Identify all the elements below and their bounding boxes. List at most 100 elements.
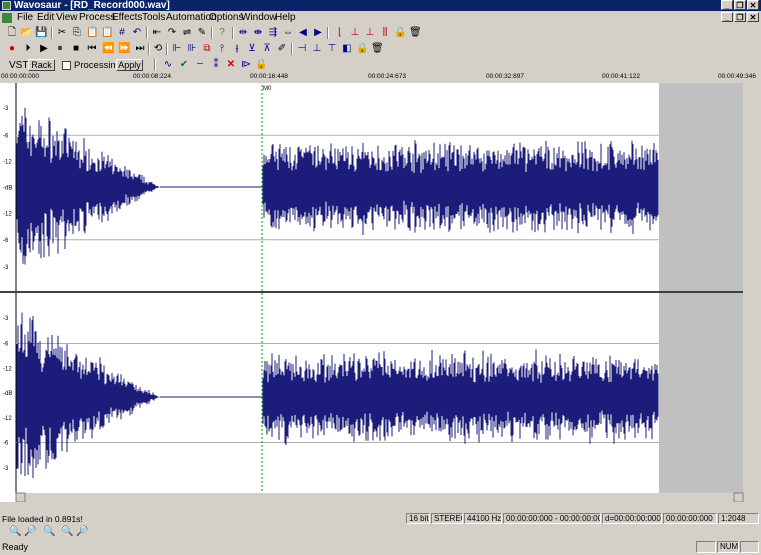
close-button[interactable]: ✕ <box>747 0 759 10</box>
save-icon[interactable]: 💾 <box>35 27 47 39</box>
menu-tools[interactable]: Tools <box>142 12 165 24</box>
cut-icon[interactable]: ✂ <box>56 27 68 39</box>
ruler-tick: 00:00:16:448 <box>250 73 288 80</box>
menu-window[interactable]: Window <box>241 12 277 24</box>
loop-add-icon[interactable]: ⊥ <box>349 27 361 39</box>
marker-trash-icon[interactable]: 🗑 <box>371 43 384 55</box>
waveform-right-channel <box>16 312 659 478</box>
undo-icon[interactable]: ↶ <box>131 27 143 39</box>
zoom-out-vertical-icon[interactable]: 🔎 <box>24 526 36 538</box>
marker-lock-icon[interactable]: 🔒 <box>356 43 368 55</box>
marker-snap-icon[interactable]: ◧ <box>341 43 353 55</box>
doc-minimize-button[interactable]: _ <box>721 12 733 22</box>
draw-icon[interactable]: ✐ <box>276 43 288 55</box>
marker-move-icon[interactable]: ⇶ <box>267 27 279 39</box>
zoom-in-vertical-icon[interactable]: 🔍 <box>9 526 21 538</box>
automation-lock-icon[interactable]: 🔒 <box>255 59 267 71</box>
stop-icon[interactable]: ■ <box>70 43 82 55</box>
db-label: -12 <box>3 159 12 165</box>
marker-split-icon[interactable]: ⇹ <box>237 27 249 39</box>
automation-play-icon[interactable]: ⧐ <box>240 59 252 71</box>
automation-delete-icon[interactable]: ✕ <box>225 59 237 71</box>
zoom-in-horizontal-icon[interactable]: 🔍 <box>43 526 55 538</box>
processing-checkbox[interactable] <box>62 61 71 70</box>
selection-duration: d=00:00:00:000 <box>602 513 662 524</box>
envelope-icon[interactable]: ⊼ <box>261 43 273 55</box>
db-label: -12 <box>3 366 12 372</box>
new-file-icon[interactable]: 🗋 <box>6 27 18 39</box>
db-label: -3 <box>3 106 9 112</box>
waveform-left-channel <box>16 107 659 265</box>
marker-add-icon[interactable]: ⊥ <box>311 43 323 55</box>
go-end-icon[interactable]: ⏭ <box>134 43 146 55</box>
automation-check-icon[interactable]: ✔ <box>178 59 190 71</box>
select-region-icon[interactable]: ⧉ <box>201 43 213 55</box>
fast-forward-icon[interactable]: ⏩ <box>118 43 130 55</box>
toolbar-main: 🗋 📂 💾 ✂ ⎘ 📋 📋 # ↶ ⇤ ↷ ⇌ ✎ ? ⇹ ⇼ ⇶ ⇔ ◀ ▶ … <box>0 26 761 40</box>
pencil-icon[interactable]: ✎ <box>196 27 208 39</box>
align-icon[interactable]: ⇌ <box>181 27 193 39</box>
cursor-position: 00:00:00:000 <box>663 513 717 524</box>
menu-options[interactable]: Options <box>209 12 243 24</box>
normalize-icon[interactable]: ⫲ <box>231 43 243 55</box>
menu-effects[interactable]: Effects <box>112 12 142 24</box>
automation-wave-icon[interactable]: ∿ <box>162 59 174 71</box>
automation-line-icon[interactable]: ┄ <box>194 59 206 71</box>
trash-icon[interactable]: 🗑 <box>409 27 422 39</box>
grid-icon[interactable]: # <box>116 27 128 39</box>
copy-icon[interactable]: ⎘ <box>71 27 83 39</box>
automation-point-icon[interactable]: ⁑ <box>210 59 222 71</box>
select-left-icon[interactable]: ⊩ <box>171 43 183 55</box>
doc-close-button[interactable]: ✕ <box>747 12 759 22</box>
redo-icon[interactable]: ↷ <box>166 27 178 39</box>
document-icon[interactable] <box>2 13 12 23</box>
menu-process[interactable]: Process <box>79 12 115 24</box>
time-ruler[interactable]: 00:00:00:000 00:00:08:224 00:00:16:448 0… <box>0 73 761 83</box>
minimize-button[interactable]: _ <box>721 0 733 10</box>
menu-edit[interactable]: Edit <box>37 12 54 24</box>
rack-button[interactable]: Rack <box>28 59 55 71</box>
marker-remove-icon[interactable]: ⊤ <box>326 43 338 55</box>
horizontal-scrollbar[interactable] <box>16 493 743 502</box>
title-bar: Wavosaur - [RD_Record000.wav] _ ❐ ✕ <box>0 0 761 11</box>
doc-restore-button[interactable]: ❐ <box>734 12 746 22</box>
paste-special-icon[interactable]: 📋 <box>101 27 113 39</box>
app-icon[interactable] <box>2 1 11 10</box>
marker-set-icon[interactable]: ⊣ <box>296 43 308 55</box>
marker-range-icon[interactable]: ⇔ <box>282 27 294 39</box>
marker-prev-icon[interactable]: ◀ <box>297 27 309 39</box>
rewind-icon[interactable]: ⏪ <box>102 43 114 55</box>
maximize-button[interactable]: ❐ <box>734 0 746 10</box>
help-icon[interactable]: ? <box>216 27 228 39</box>
zoom-out-horizontal-icon[interactable]: 🔎 <box>76 526 88 538</box>
loop-toggle-icon[interactable]: ⟲ <box>152 43 164 55</box>
loop-region-icon[interactable]: ⫼ <box>379 27 391 39</box>
scroll-left-button[interactable] <box>15 492 26 502</box>
go-start-icon[interactable]: ⏮ <box>86 43 98 55</box>
zoom-selection-icon[interactable]: ⫯ <box>216 43 228 55</box>
select-right-icon[interactable]: ⊪ <box>186 43 198 55</box>
record-icon[interactable]: ● <box>6 43 18 55</box>
paste-icon[interactable]: 📋 <box>86 27 98 39</box>
menu-view[interactable]: View <box>56 12 78 24</box>
scroll-right-button[interactable] <box>733 492 744 502</box>
num-lock-indicator: NUM <box>717 541 739 553</box>
lock-icon[interactable]: 🔒 <box>394 27 406 39</box>
ruler-tick: 00:00:00:000 <box>1 73 39 80</box>
menu-help[interactable]: Help <box>275 12 296 24</box>
pause-icon[interactable]: ⏸ <box>54 43 66 55</box>
play-icon[interactable]: ▶ <box>38 43 50 55</box>
marker-next-icon[interactable]: ▶ <box>312 27 324 39</box>
loop-start-icon[interactable]: ⌊ <box>334 27 346 39</box>
marker-join-icon[interactable]: ⇼ <box>252 27 264 39</box>
trim-left-icon[interactable]: ⇤ <box>151 27 163 39</box>
zoom-fit-icon[interactable]: 🔍 <box>61 526 73 538</box>
menu-file[interactable]: File <box>17 12 33 24</box>
play-from-start-icon[interactable]: ⏵ <box>22 43 34 55</box>
waveform-view[interactable]: -3 -6 -12 -dB -12 -6 -3 -3 -6 -12 -dB -12 -6 -3 M0 <box>0 83 761 502</box>
open-folder-icon[interactable]: 📂 <box>20 27 32 39</box>
db-label: -12 <box>3 212 12 218</box>
loop-end-icon[interactable]: ⊥ <box>364 27 376 39</box>
fade-icon[interactable]: ⊻ <box>246 43 258 55</box>
apply-button[interactable]: Apply <box>116 59 143 71</box>
